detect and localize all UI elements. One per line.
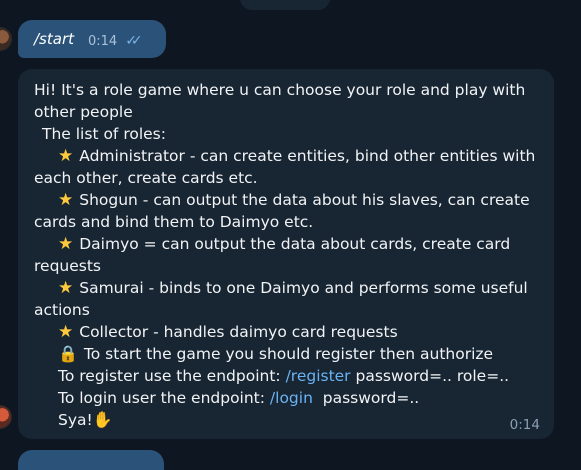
outgoing-message-time: 0:14	[88, 33, 118, 49]
goodbye-line: Sya!✋	[58, 410, 113, 429]
role-daimyo: ★ Daimyo = can output the data about card…	[58, 234, 511, 254]
message-line: Hi! It's a role game where u can choose …	[34, 81, 526, 99]
register-line: To register use the endpoint: /register …	[58, 367, 510, 385]
bot-avatar[interactable]	[0, 405, 12, 429]
message-line: requests	[34, 257, 101, 275]
message-line: The list of roles:	[42, 125, 166, 143]
outgoing-message-bubble[interactable]: /start 0:14 ✓✓	[18, 20, 166, 58]
lock-emoji: 🔒	[58, 344, 78, 363]
role-collector: ★ Collector - handles daimyo card request…	[58, 322, 398, 342]
role-samurai: ★ Samurai - binds to one Daimyo and perfo…	[58, 278, 528, 298]
login-command-link[interactable]: /login	[270, 389, 313, 407]
previous-message-fragment	[240, 0, 330, 10]
star-emoji: ★	[58, 146, 74, 166]
message-line: each other, create cards etc.	[34, 169, 258, 187]
outgoing-message-text: /start	[34, 30, 74, 48]
role-administrator: ★ Administrator - can create entities, bi…	[58, 146, 536, 166]
star-emoji: ★	[58, 190, 74, 210]
login-line: To login user the endpoint: /login passw…	[58, 389, 420, 407]
start-game-line: 🔒 To start the game you should register t…	[58, 344, 494, 363]
message-line: cards and bind them to Daimyo etc.	[34, 213, 314, 231]
next-message-fragment	[18, 450, 164, 470]
waving-hand-emoji: ✋	[92, 410, 113, 429]
register-command-link[interactable]: /register	[286, 367, 351, 385]
incoming-message-time: 0:14	[509, 417, 540, 433]
double-check-icon: ✓✓	[125, 33, 143, 49]
role-shogun: ★ Shogun - can output the data about his …	[58, 190, 530, 210]
message-line: other people	[34, 103, 133, 121]
message-line: actions	[34, 301, 90, 319]
star-emoji: ★	[58, 234, 74, 254]
star-emoji: ★	[58, 322, 74, 342]
incoming-message-bubble[interactable]: Hi! It's a role game where u can choose …	[18, 69, 554, 439]
user-avatar[interactable]	[0, 27, 12, 51]
star-emoji: ★	[58, 278, 74, 298]
